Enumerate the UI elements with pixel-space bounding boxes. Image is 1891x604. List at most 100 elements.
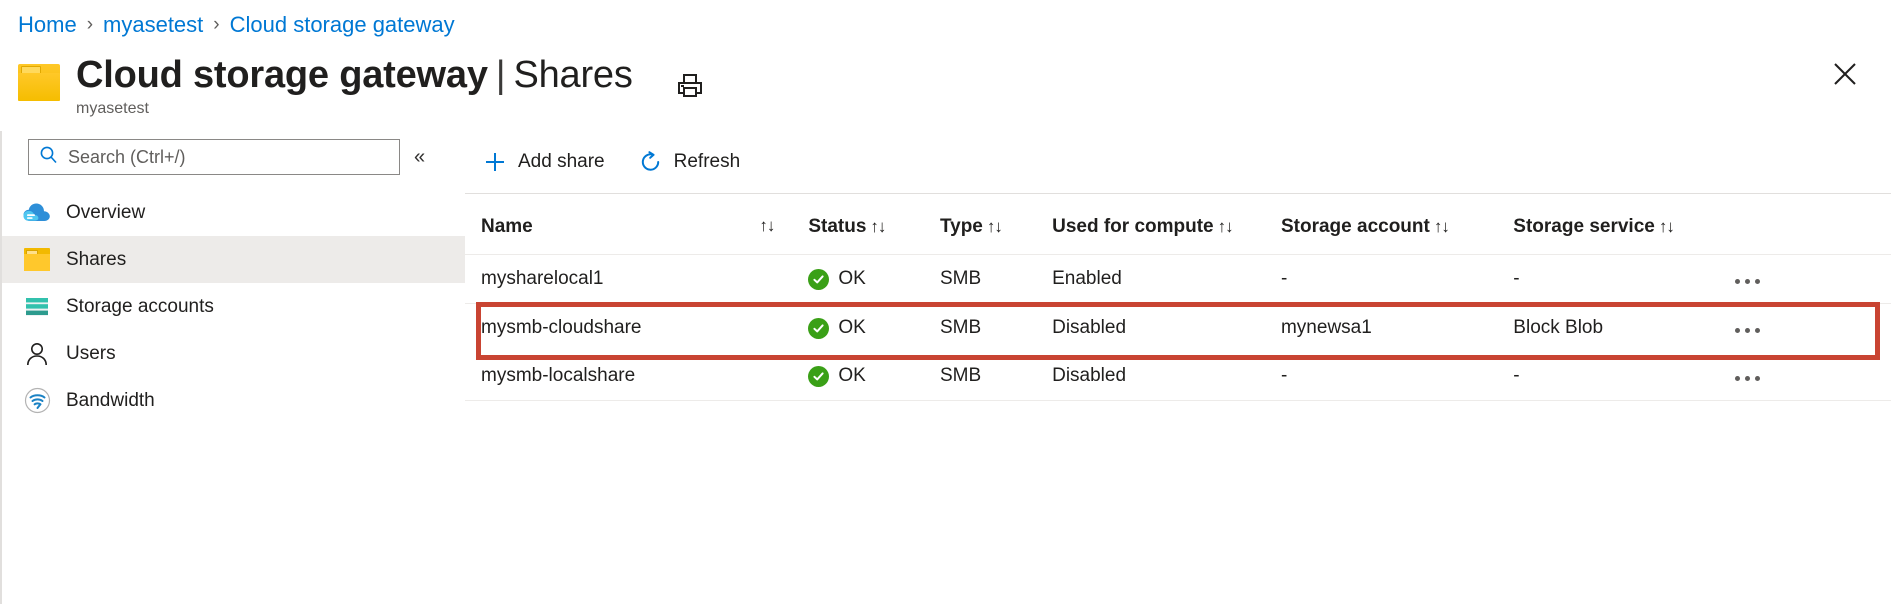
search-icon [39,145,58,169]
storage-account-icon [22,292,52,322]
add-share-label: Add share [518,151,605,173]
search-box[interactable] [28,139,400,175]
page-title-divider: | [496,54,506,96]
command-bar-divider [465,193,1891,194]
refresh-button[interactable]: Refresh [639,150,741,174]
cell-used-for-compute: Enabled [1052,255,1281,304]
sidebar-item-users[interactable]: Users [2,330,465,377]
folder-icon [22,245,52,275]
sidebar-search-row: « [2,131,465,175]
sidebar-item-overview[interactable]: Overview [2,189,465,236]
close-icon[interactable] [1829,58,1861,90]
azure-portal-blade: Home › myasetest › Cloud storage gateway… [0,0,1891,604]
refresh-label: Refresh [674,151,741,173]
table-header-row: Name↑↓ Status↑↓ Type↑↓ Used for compute↑… [465,204,1891,255]
breadcrumb-separator: › [87,14,93,36]
user-icon [22,339,52,369]
status-ok-icon [808,366,829,387]
column-header-label: Status [808,216,866,237]
breadcrumb-item-myasetest[interactable]: myasetest [103,12,203,38]
column-header-label: Used for compute [1052,216,1214,237]
sort-icon[interactable]: ↑↓ [870,217,885,236]
column-header-storage-account[interactable]: Storage account↑↓ [1281,204,1513,255]
sidebar-item-label: Bandwidth [66,390,155,412]
cell-storage-account: - [1281,352,1513,401]
cell-name[interactable]: mysmb-localshare [465,352,808,401]
breadcrumb: Home › myasetest › Cloud storage gateway [18,10,455,40]
cloud-icon [22,198,52,228]
table-row[interactable]: mysharelocal1 OK SMB Enabled [465,255,1891,304]
status-label: OK [838,365,865,387]
cell-status: OK [808,352,940,401]
more-actions-icon[interactable] [1731,372,1764,385]
page-subtitle: myasetest [76,99,633,119]
column-header-label: Type [940,216,983,237]
page-title: Cloud storage gateway|Shares [76,52,633,98]
collapse-sidebar-button[interactable]: « [414,147,425,167]
sidebar: « Overview [0,131,465,604]
column-header-status[interactable]: Status↑↓ [808,204,940,255]
cell-storage-account: - [1281,255,1513,304]
cell-name[interactable]: mysmb-cloudshare [465,304,808,353]
column-header-label: Storage account [1281,216,1430,237]
column-header-used-for-compute[interactable]: Used for compute↑↓ [1052,204,1281,255]
cell-actions [1731,255,1891,304]
cell-used-for-compute: Disabled [1052,352,1281,401]
shares-table: Name↑↓ Status↑↓ Type↑↓ Used for compute↑… [465,204,1891,401]
sort-icon[interactable]: ↑↓ [1659,217,1674,236]
sort-icon[interactable]: ↑↓ [1218,217,1233,236]
column-header-name[interactable]: Name ↑↓ [465,204,808,255]
column-header-storage-service[interactable]: Storage service↑↓ [1513,204,1730,255]
breadcrumb-separator: › [213,14,219,36]
cell-storage-account: mynewsa1 [1281,304,1513,353]
sort-icon[interactable]: ↑↓ [1434,217,1449,236]
sort-icon[interactable]: ↑↓ [987,217,1002,236]
status-label: OK [838,317,865,339]
column-header-label: Name [481,216,533,237]
cell-type: SMB [940,304,1052,353]
bandwidth-icon [22,386,52,416]
cell-storage-service: Block Blob [1513,304,1730,353]
table-row[interactable]: mysmb-cloudshare OK SMB Disabled [465,304,1891,353]
breadcrumb-item-cloud-storage-gateway[interactable]: Cloud storage gateway [230,12,455,38]
cell-storage-service: - [1513,352,1730,401]
breadcrumb-item-home[interactable]: Home [18,12,77,38]
page-title-sub: Shares [513,54,632,96]
status-label: OK [838,268,865,290]
table-row[interactable]: mysmb-localshare OK SMB Disabled [465,352,1891,401]
sidebar-item-label: Users [66,343,116,365]
cell-type: SMB [940,255,1052,304]
status-ok-icon [808,269,829,290]
sidebar-nav-list: Overview Shares [2,189,465,424]
cell-name[interactable]: mysharelocal1 [465,255,808,304]
blade-title-row: Cloud storage gateway|Shares myasetest [18,52,1891,118]
cell-actions [1731,352,1891,401]
sidebar-item-label: Overview [66,202,145,224]
cell-storage-service: - [1513,255,1730,304]
status-ok-icon [808,318,829,339]
cell-actions [1731,304,1891,353]
column-header-type[interactable]: Type↑↓ [940,204,1052,255]
page-title-main: Cloud storage gateway [76,54,488,96]
sidebar-item-bandwidth[interactable]: Bandwidth [2,377,465,424]
add-share-button[interactable]: Add share [483,150,605,174]
folder-icon [18,64,60,101]
more-actions-icon[interactable] [1731,275,1764,288]
sidebar-item-label: Storage accounts [66,296,214,318]
cell-status: OK [808,255,940,304]
plus-icon [483,150,507,174]
cell-type: SMB [940,352,1052,401]
cell-status: OK [808,304,940,353]
main-content: Add share Refresh [465,131,1891,604]
sidebar-item-shares[interactable]: Shares [2,236,465,283]
sidebar-item-label: Shares [66,249,126,271]
refresh-icon [639,150,663,174]
command-bar: Add share Refresh [465,131,1891,193]
print-icon[interactable] [675,72,705,100]
more-actions-icon[interactable] [1731,324,1764,337]
search-input[interactable] [66,146,389,169]
sidebar-item-storage-accounts[interactable]: Storage accounts [2,283,465,330]
column-header-label: Storage service [1513,216,1655,237]
sort-icon[interactable]: ↑↓ [759,216,774,236]
column-header-actions [1731,204,1891,255]
